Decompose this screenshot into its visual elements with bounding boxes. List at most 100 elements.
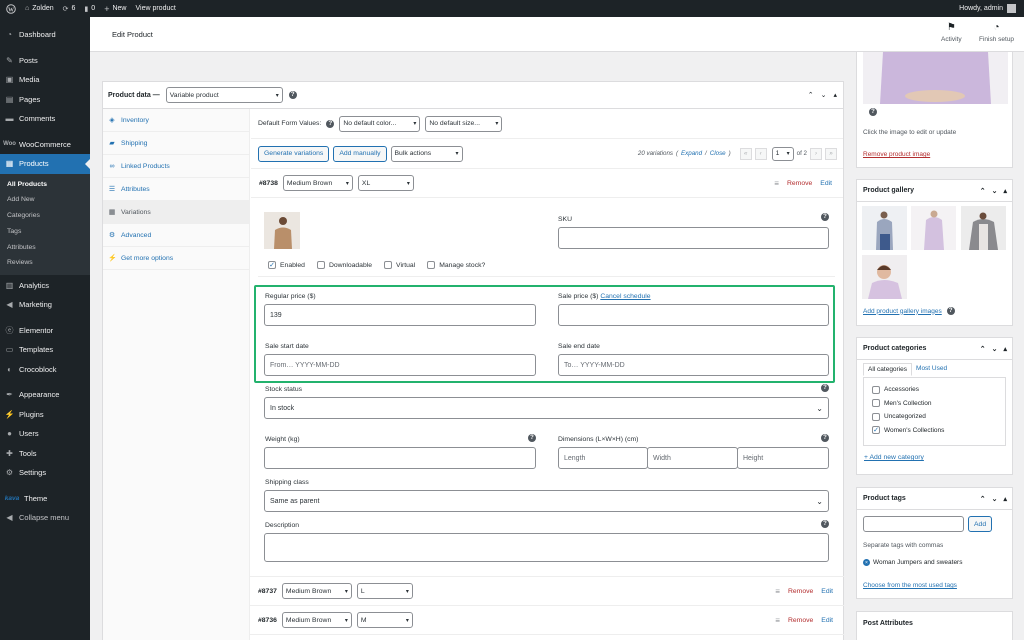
tab-attributes[interactable]: ☰ Attributes — [103, 178, 249, 201]
variation-size-select[interactable]: M ▾ — [356, 612, 413, 628]
add-gallery-images-link[interactable]: Add product gallery images — [863, 308, 942, 315]
variation-color-select[interactable]: Medium Brown ▾ — [282, 175, 353, 191]
tab-variations[interactable]: ▦ Variations — [103, 201, 249, 224]
help-icon[interactable]: ? — [528, 434, 536, 442]
sidebar-item-tools[interactable]: ✚ Tools — [0, 443, 90, 463]
submenu-all-products[interactable]: All Products — [0, 177, 90, 193]
new-content-link[interactable]: + New — [104, 4, 126, 14]
chevron-up-icon[interactable]: ⌃ — [980, 345, 986, 353]
sku-input[interactable] — [558, 227, 829, 249]
sidebar-item-marketing[interactable]: ◀ Marketing — [0, 295, 90, 315]
help-icon[interactable]: ? — [326, 119, 335, 128]
default-color-select[interactable]: No default color... ▾ — [339, 115, 421, 132]
product-type-select[interactable]: Variable product ▾ — [165, 87, 283, 103]
width-input[interactable]: Width — [647, 447, 738, 469]
drag-handle-icon[interactable]: ≡ — [775, 616, 780, 625]
chevron-down-icon[interactable]: ⌄ — [992, 187, 998, 195]
help-icon[interactable]: ? — [946, 307, 955, 315]
tab-linked-products[interactable]: ∞ Linked Products — [103, 155, 249, 178]
sidebar-item-settings[interactable]: ⚙ Settings — [0, 463, 90, 483]
view-product-link[interactable]: View product — [135, 5, 175, 12]
comments-link[interactable]: ▮ 0 — [84, 5, 95, 13]
chevron-up-icon[interactable]: ⌃ — [980, 495, 986, 503]
gallery-thumbnail[interactable] — [862, 255, 907, 299]
sidebar-item-media[interactable]: ▣ Media — [0, 70, 90, 90]
wordpress-logo-icon[interactable]: W — [6, 3, 16, 14]
sidebar-item-products[interactable]: ▦ Products — [0, 154, 90, 174]
weight-input[interactable] — [264, 447, 536, 469]
submenu-reviews[interactable]: Reviews — [0, 255, 90, 271]
remove-variation-link[interactable]: Remove — [788, 588, 813, 595]
add-manually-button[interactable]: Add manually — [333, 145, 387, 162]
choose-most-used-tags-link[interactable]: Choose from the most used tags — [863, 582, 957, 589]
variation-image[interactable] — [264, 212, 300, 249]
downloadable-checkbox[interactable] — [316, 261, 325, 269]
sidebar-item-theme[interactable]: kava Theme — [0, 488, 90, 508]
category-checkbox[interactable] — [872, 412, 880, 421]
tab-advanced[interactable]: ⚙ Advanced — [103, 224, 249, 247]
submenu-add-new[interactable]: Add New — [0, 192, 90, 208]
variation-color-select[interactable]: Medium Brown ▾ — [281, 612, 352, 628]
category-checkbox[interactable] — [872, 385, 880, 394]
edit-variation-link[interactable]: Edit — [821, 617, 833, 624]
first-page-button[interactable]: « — [739, 147, 752, 160]
finish-setup-button[interactable]: ◔ Finish setup — [979, 22, 1014, 43]
help-icon[interactable]: ? — [821, 384, 829, 392]
tab-shipping[interactable]: ▰ Shipping — [103, 132, 249, 155]
sidebar-item-plugins[interactable]: ⚡ Plugins — [0, 404, 90, 424]
chevron-up-icon[interactable]: ⌃ — [808, 91, 814, 99]
chevron-down-icon[interactable]: ⌄ — [992, 495, 998, 503]
help-icon[interactable]: ? — [288, 91, 297, 99]
enabled-checkbox[interactable]: ✓ — [268, 261, 276, 269]
sidebar-item-woocommerce[interactable]: Woo WooCommerce — [0, 135, 90, 155]
gallery-thumbnail[interactable] — [961, 206, 1006, 250]
variation-size-select[interactable]: L ▾ — [356, 583, 413, 599]
sidebar-item-pages[interactable]: ▤ Pages — [0, 90, 90, 110]
gallery-thumbnail[interactable] — [862, 206, 907, 250]
sidebar-item-analytics[interactable]: ▥ Analytics — [0, 275, 90, 295]
activity-button[interactable]: ⚑ Activity — [941, 22, 962, 43]
gallery-thumbnail[interactable] — [911, 206, 956, 250]
description-textarea[interactable] — [264, 533, 829, 562]
variation-color-select[interactable]: Medium Brown ▾ — [281, 583, 352, 599]
submenu-attributes[interactable]: Attributes — [0, 240, 90, 256]
toggle-arrow-icon[interactable]: ▴ — [1003, 495, 1007, 503]
drag-handle-icon[interactable]: ≡ — [775, 587, 780, 596]
sidebar-item-crocoblock[interactable]: ◐ Crocoblock — [0, 359, 90, 379]
stock-status-select[interactable]: In stock ⌄ — [264, 397, 829, 419]
chevron-down-icon[interactable]: ⌄ — [821, 91, 827, 99]
help-icon[interactable]: ? — [821, 434, 829, 442]
sidebar-item-templates[interactable]: ▭ Templates — [0, 340, 90, 360]
default-size-select[interactable]: No default size... ▾ — [425, 115, 503, 132]
shipping-class-select[interactable]: Same as parent ⌄ — [264, 490, 829, 512]
expand-link[interactable]: Expand — [681, 150, 702, 157]
site-name-link[interactable]: ⌂ Zolden — [25, 5, 54, 12]
chevron-up-icon[interactable]: ⌃ — [980, 187, 986, 195]
close-link[interactable]: Close — [710, 150, 726, 157]
generate-variations-button[interactable]: Generate variations — [258, 145, 330, 162]
edit-variation-link[interactable]: Edit — [820, 180, 832, 187]
sidebar-item-posts[interactable]: ✎ Posts — [0, 51, 90, 71]
remove-variation-link[interactable]: Remove — [787, 180, 812, 187]
toggle-arrow-icon[interactable]: ▴ — [1003, 187, 1007, 195]
chevron-down-icon[interactable]: ⌄ — [992, 345, 998, 353]
tab-most-used[interactable]: Most Used — [912, 363, 951, 376]
category-checkbox[interactable] — [872, 399, 880, 408]
toggle-arrow-icon[interactable]: ▴ — [833, 91, 837, 99]
add-tag-button[interactable]: Add — [968, 516, 993, 532]
bulk-actions-select[interactable]: Bulk actions ▾ — [390, 145, 463, 162]
page-select[interactable]: 1 ▾ — [771, 146, 794, 161]
height-input[interactable]: Height — [737, 447, 829, 469]
prev-page-button[interactable]: ‹ — [754, 147, 767, 160]
tab-get-more-options[interactable]: ⚡ Get more options — [103, 247, 249, 270]
help-icon[interactable]: ? — [821, 520, 829, 528]
help-icon[interactable]: ? — [821, 213, 829, 221]
tab-inventory[interactable]: ◈ Inventory — [103, 109, 249, 132]
my-account-link[interactable]: Howdy, admin — [959, 4, 1016, 13]
category-checkbox[interactable]: ✓ — [872, 426, 880, 435]
remove-tag-icon[interactable]: × — [863, 559, 870, 566]
tab-all-categories[interactable]: All categories — [863, 363, 913, 376]
sidebar-item-users[interactable]: ● Users — [0, 424, 90, 444]
add-new-category-link[interactable]: + Add new category — [864, 454, 924, 461]
drag-handle-icon[interactable]: ≡ — [774, 179, 779, 188]
